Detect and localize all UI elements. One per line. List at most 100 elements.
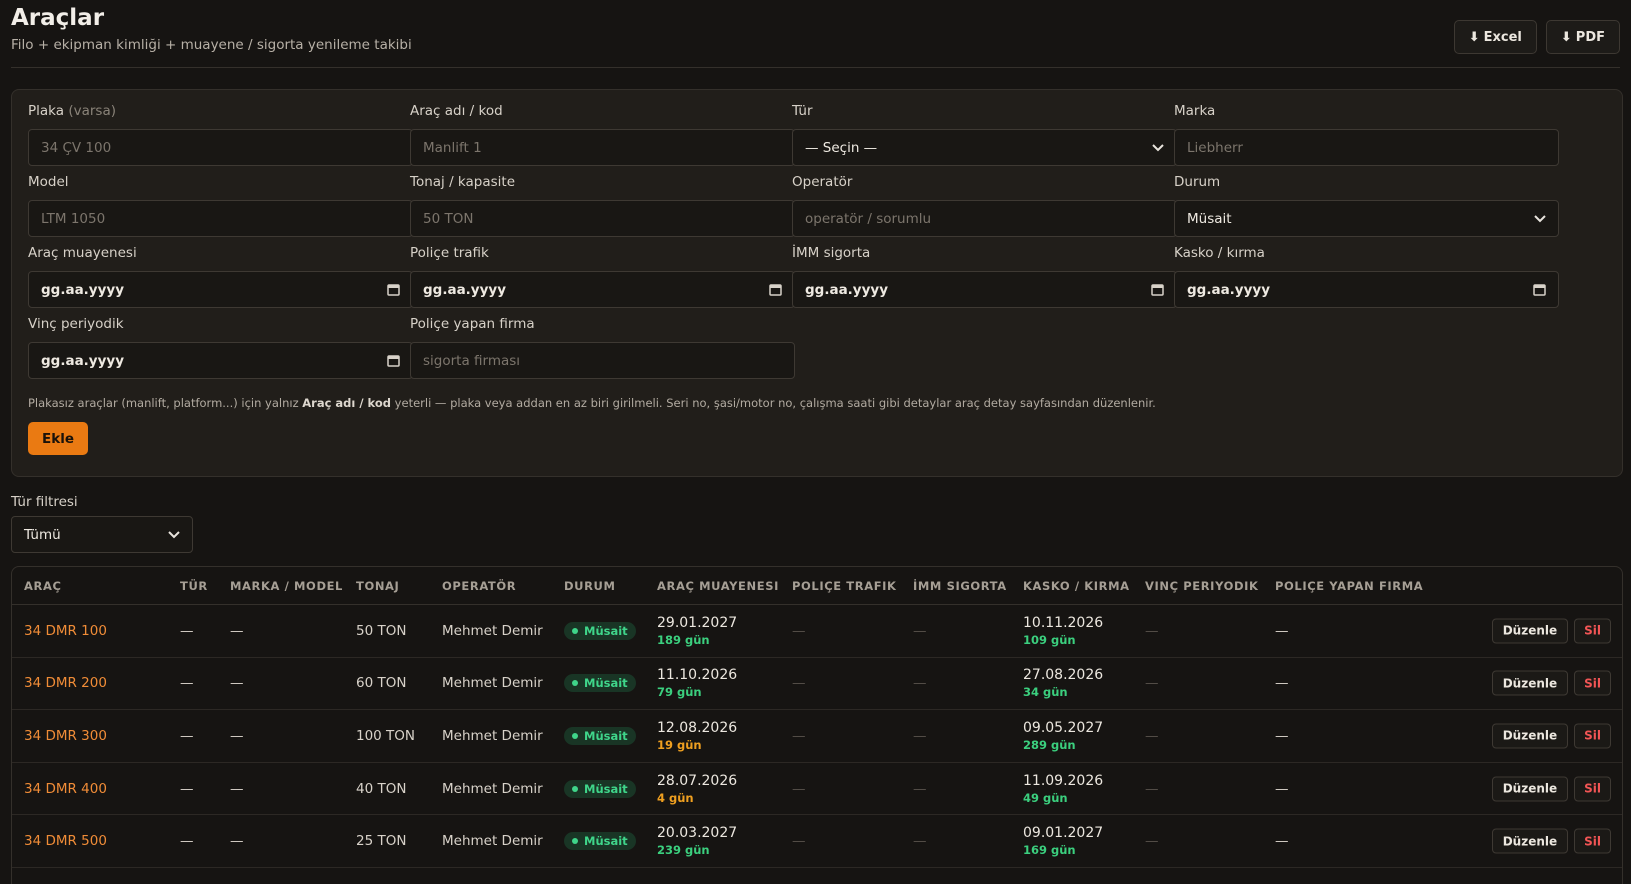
vehicle-form: Plaka (varsa) 34 ÇV 100 Araç adı / kod M… xyxy=(11,89,1623,477)
cell-imm-sigorta: — xyxy=(913,780,927,797)
page-header: Araçlar Filo + ekipman kimliği + muayene… xyxy=(11,0,1620,68)
cell-tur: — xyxy=(180,675,194,692)
edit-button[interactable]: Düzenle xyxy=(1491,828,1569,854)
tur-select[interactable]: — Seçin — xyxy=(792,129,1177,166)
delete-button[interactable]: Sil xyxy=(1574,776,1611,802)
vehicle-plate-link[interactable]: 34 DMR 400 xyxy=(24,781,107,797)
col-durum[interactable]: Durum xyxy=(564,579,616,593)
col-kasko[interactable]: Kasko / kırma xyxy=(1023,579,1130,593)
col-police-firma[interactable]: Poliçe yapan firma xyxy=(1275,579,1423,593)
col-arac[interactable]: Araç xyxy=(24,579,62,593)
col-vinc-periyodik[interactable]: Vinç periyodik xyxy=(1145,579,1259,593)
cell-operator: Mehmet Demir xyxy=(442,675,543,692)
vehicle-plate-link[interactable]: 34 DMR 300 xyxy=(24,728,107,744)
imm-sigorta-date-input[interactable]: gg.aa.yyyy xyxy=(792,271,1177,308)
plaka-label: Plaka (varsa) xyxy=(28,103,116,119)
export-excel-label: Excel xyxy=(1483,29,1522,45)
cell-marka-model: — xyxy=(230,727,244,744)
type-filter-label: Tür filtresi xyxy=(11,494,78,510)
calendar-icon[interactable] xyxy=(387,354,400,367)
col-police-trafik[interactable]: Poliçe trafik xyxy=(792,579,897,593)
add-vehicle-button[interactable]: Ekle xyxy=(28,422,88,455)
vinc-periyodik-date-input[interactable]: gg.aa.yyyy xyxy=(28,342,413,379)
edit-button[interactable]: Düzenle xyxy=(1491,618,1569,644)
cell-police-firma: — xyxy=(1275,675,1289,692)
table-row: 34 DMR 300 — — 100 TON Mehmet Demir Müsa… xyxy=(12,710,1622,763)
arac-adi-label: Araç adı / kod xyxy=(410,103,503,119)
edit-button[interactable]: Düzenle xyxy=(1491,670,1569,696)
arac-muayenesi-date-input[interactable]: gg.aa.yyyy xyxy=(28,271,413,308)
vehicle-plate-link[interactable]: 34 DMR 200 xyxy=(24,675,107,691)
export-actions: ⬇ Excel ⬇ PDF xyxy=(1453,20,1620,54)
arac-adi-input[interactable]: Manlift 1 xyxy=(410,129,795,166)
col-arac-muayenesi[interactable]: Araç muayenesi xyxy=(657,579,779,593)
cell-tonaj: 40 TON xyxy=(356,780,407,797)
vehicles-table: Araç Tür Marka / Model Tonaj Operatör Du… xyxy=(11,566,1623,884)
cell-marka-model: — xyxy=(230,622,244,639)
operator-label: Operatör xyxy=(792,174,853,190)
delete-button[interactable]: Sil xyxy=(1574,723,1611,749)
table-row: 34 DMR 200 — — 60 TON Mehmet Demir Müsai… xyxy=(12,658,1622,711)
model-input[interactable]: LTM 1050 xyxy=(28,200,413,237)
model-label: Model xyxy=(28,174,69,190)
col-operator[interactable]: Operatör xyxy=(442,579,516,593)
plaka-input[interactable]: 34 ÇV 100 xyxy=(28,129,413,166)
tonaj-input[interactable]: 50 TON xyxy=(410,200,795,237)
marka-label: Marka xyxy=(1174,103,1216,119)
tur-field: Tür — Seçin — xyxy=(792,103,1177,166)
calendar-icon[interactable] xyxy=(387,283,400,296)
cell-vinc-periyodik: — xyxy=(1145,675,1159,692)
police-trafik-date-input[interactable]: gg.aa.yyyy xyxy=(410,271,795,308)
cell-imm-sigorta: — xyxy=(913,727,927,744)
col-tur[interactable]: Tür xyxy=(180,579,208,593)
status-dot-icon xyxy=(572,732,578,739)
cell-tonaj: 50 TON xyxy=(356,622,407,639)
status-dot-icon xyxy=(572,838,578,845)
edit-button[interactable]: Düzenle xyxy=(1491,723,1569,749)
delete-button[interactable]: Sil xyxy=(1574,670,1611,696)
col-imm-sigorta[interactable]: İMM sigorta xyxy=(913,579,1007,593)
tur-label: Tür xyxy=(792,103,813,119)
operator-field: Operatör operatör / sorumlu xyxy=(792,174,1177,237)
cell-kasko: 09.05.2027 289 gün xyxy=(1023,719,1104,752)
export-excel-button[interactable]: ⬇ Excel xyxy=(1453,20,1537,54)
edit-button[interactable]: Düzenle xyxy=(1491,776,1569,802)
table-row: 34 DMR 400 — — 40 TON Mehmet Demir Müsai… xyxy=(12,763,1622,816)
calendar-icon[interactable] xyxy=(769,283,782,296)
cell-kasko: 09.01.2027 169 gün xyxy=(1023,825,1104,858)
status-badge: Müsait xyxy=(564,621,636,640)
col-marka-model[interactable]: Marka / Model xyxy=(230,579,343,593)
delete-button[interactable]: Sil xyxy=(1574,618,1611,644)
operator-input[interactable]: operatör / sorumlu xyxy=(792,200,1177,237)
delete-button[interactable]: Sil xyxy=(1574,828,1611,854)
arac-muayenesi-label: Araç muayenesi xyxy=(28,245,137,261)
export-pdf-button[interactable]: ⬇ PDF xyxy=(1545,20,1620,54)
durum-field: Durum Müsait xyxy=(1174,174,1559,237)
kasko-date-input[interactable]: gg.aa.yyyy xyxy=(1174,271,1559,308)
calendar-icon[interactable] xyxy=(1533,283,1546,296)
calendar-icon[interactable] xyxy=(1151,283,1164,296)
download-icon: ⬇ xyxy=(1560,29,1572,45)
marka-input[interactable]: Liebherr xyxy=(1174,129,1559,166)
cell-arac-muayenesi: 29.01.2027 189 gün xyxy=(657,614,738,647)
type-filter-select[interactable]: Tümü xyxy=(11,516,193,553)
status-dot-icon xyxy=(572,785,578,792)
status-badge: Müsait xyxy=(564,726,636,745)
police-trafik-label: Poliçe trafik xyxy=(410,245,489,261)
row-actions: Düzenle Sil xyxy=(1491,776,1611,802)
vehicle-plate-link[interactable]: 34 DMR 100 xyxy=(24,623,107,639)
cell-kasko: 11.09.2026 49 gün xyxy=(1023,772,1104,805)
status-badge: Müsait xyxy=(564,674,636,693)
status-badge: Müsait xyxy=(564,779,636,798)
cell-police-trafik: — xyxy=(792,675,806,692)
durum-select[interactable]: Müsait xyxy=(1174,200,1559,237)
police-firma-label: Poliçe yapan firma xyxy=(410,316,535,332)
police-firma-input[interactable]: sigorta firması xyxy=(410,342,795,379)
table-row: 34 DMR 500 — — 25 TON Mehmet Demir Müsai… xyxy=(12,815,1622,868)
col-tonaj[interactable]: Tonaj xyxy=(356,579,399,593)
download-icon: ⬇ xyxy=(1468,29,1480,45)
vehicle-plate-link[interactable]: 34 DMR 500 xyxy=(24,833,107,849)
row-actions: Düzenle Sil xyxy=(1491,828,1611,854)
police-firma-field: Poliçe yapan firma sigorta firması xyxy=(410,316,795,379)
kasko-label: Kasko / kırma xyxy=(1174,245,1265,261)
